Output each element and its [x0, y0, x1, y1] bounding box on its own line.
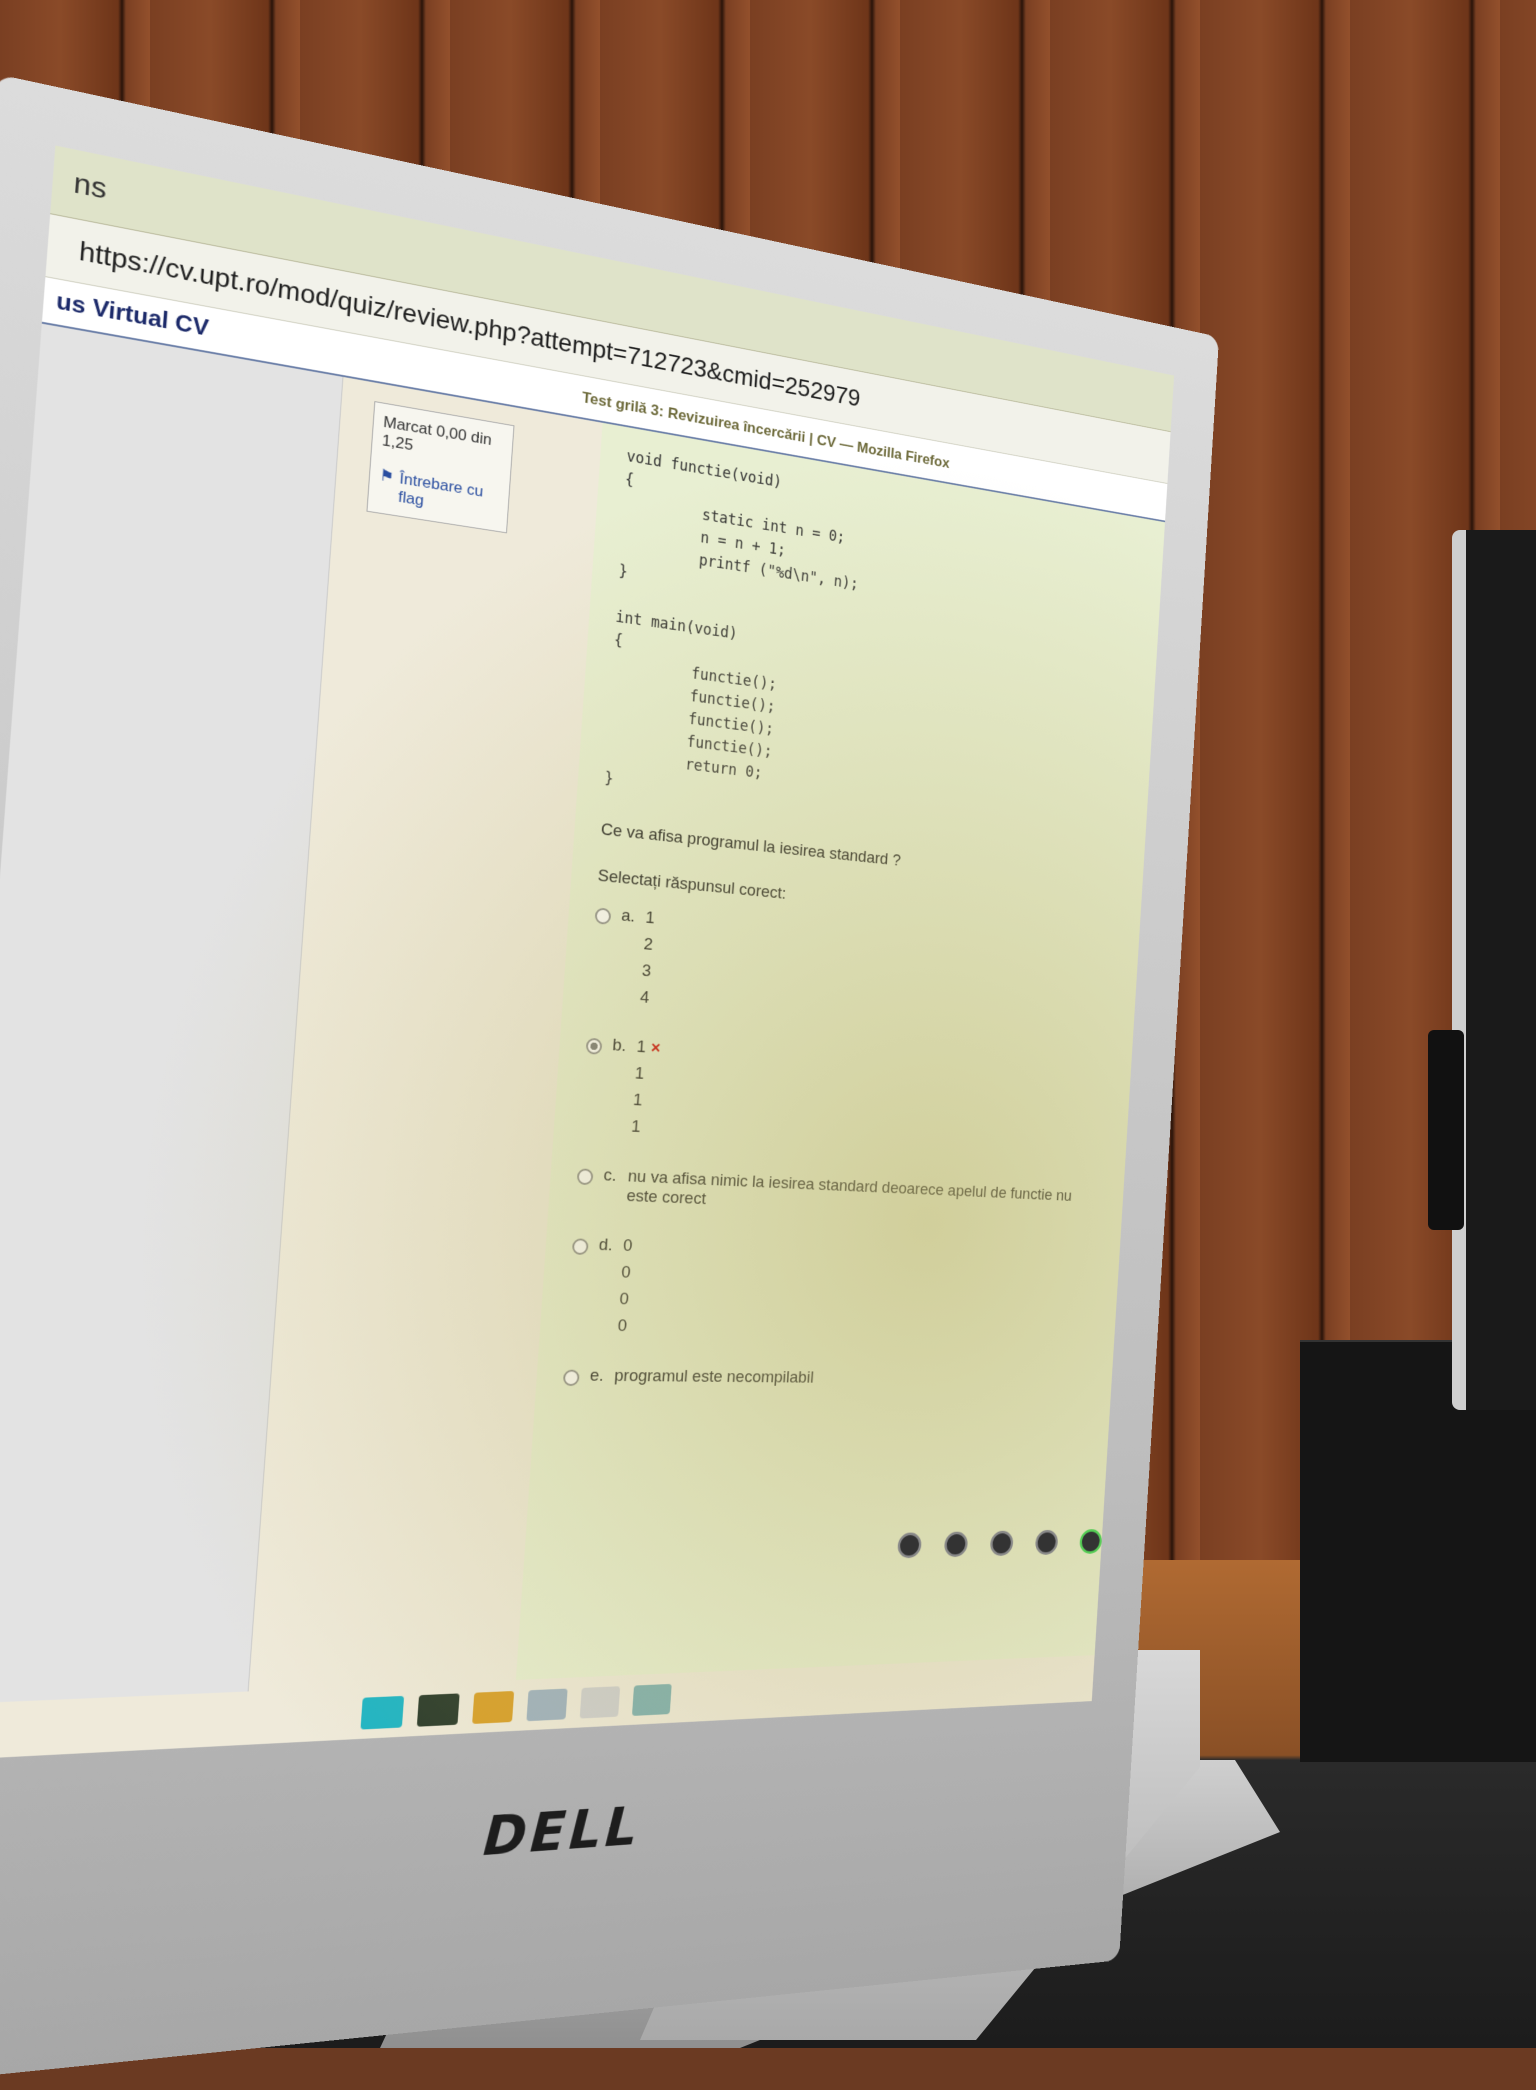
app-icon[interactable] [632, 1684, 672, 1716]
radio-button[interactable] [563, 1370, 580, 1386]
option-line: 1 [634, 1064, 659, 1085]
code-block: void functie(void){ static int n = 0; n … [604, 445, 1143, 848]
radio-button[interactable] [586, 1038, 603, 1055]
option-line: nu va afisa nimic la iesirea standard de… [626, 1167, 1102, 1225]
option-letter: c. [603, 1166, 629, 1187]
option-text: nu va afisa nimic la iesirea standard de… [626, 1167, 1102, 1225]
option-letter: b. [612, 1036, 638, 1057]
radio-button[interactable] [595, 907, 612, 924]
terminal-icon[interactable] [417, 1693, 460, 1726]
option-line: 1 [632, 1091, 657, 1112]
option-line: 2 [643, 935, 653, 955]
option-line: 1 [645, 909, 655, 929]
flag-icon: ⚑ [378, 466, 395, 505]
option-line-text: 0 [623, 1236, 633, 1255]
option-letter: d. [598, 1236, 624, 1256]
radio-button[interactable] [577, 1168, 594, 1185]
option-line-text: 1 [636, 1038, 646, 1057]
option-line-text: 2 [643, 935, 653, 954]
mark-text: Marcat 0,00 din 1,25 [381, 413, 503, 470]
option-line: 0 [623, 1236, 633, 1256]
option-text: programul este necompilabil [614, 1367, 815, 1388]
option-line-text: 0 [621, 1263, 631, 1282]
option-line: 3 [641, 962, 651, 982]
option-line-text: 0 [617, 1317, 627, 1336]
option-line: 0 [617, 1317, 628, 1337]
monitor-button[interactable] [1035, 1530, 1059, 1555]
trash-icon[interactable] [580, 1686, 621, 1718]
answer-option-2[interactable]: b. 1 × 1 1 1 [580, 1034, 1109, 1161]
option-line: 0 [619, 1290, 629, 1310]
option-line-text: nu va afisa nimic la iesirea standard de… [626, 1167, 1072, 1208]
question-content: void functie(void){ static int n = 0; n … [516, 423, 1165, 1680]
monitor-bezel: ns Test grilă 3: Revizuirea încercării |… [0, 74, 1219, 2090]
monitor-scene: ns Test grilă 3: Revizuirea încercării |… [0, 0, 1536, 2048]
radio-button[interactable] [572, 1238, 589, 1255]
monitor-button[interactable] [897, 1532, 922, 1558]
option-line-text: 4 [639, 988, 649, 1007]
page-body: Marcat 0,00 din 1,25 ⚑ Întrebare cu flag… [0, 324, 1165, 1705]
browser-icon[interactable] [526, 1689, 567, 1722]
option-line-text: 1 [645, 909, 655, 928]
app-icon[interactable] [360, 1696, 404, 1730]
flag-question-link[interactable]: ⚑ Întrebare cu flag [378, 466, 501, 522]
incorrect-icon: × [650, 1039, 661, 1058]
answer-option-4[interactable]: d. 0 0 0 0 [566, 1235, 1098, 1344]
answer-option-3[interactable]: c. nu va afisa nimic la iesirea standard … [575, 1165, 1102, 1225]
option-line: 0 [621, 1263, 631, 1283]
question-info-box: Marcat 0,00 din 1,25 ⚑ Întrebare cu flag [366, 401, 514, 533]
option-line: 1 × [636, 1038, 661, 1059]
option-line: programul este necompilabil [614, 1367, 815, 1388]
option-line-text: 1 [633, 1091, 643, 1110]
flag-label[interactable]: Întrebare cu flag [398, 470, 501, 522]
answer-option-5[interactable]: e. programul este necompilabil [563, 1366, 1091, 1390]
monitor-brand-logo: DELL [481, 1795, 642, 1868]
monitor-button[interactable] [944, 1532, 969, 1558]
screen: ns Test grilă 3: Revizuirea încercării |… [0, 146, 1174, 1762]
monitor-button[interactable] [990, 1531, 1014, 1556]
option-line: 4 [639, 988, 649, 1008]
option-line-text: programul este necompilabil [614, 1367, 815, 1387]
answer-options: a. 1 2 3 4 b. 1 × 1 1 1 c. nu va afisa nimic la iesi… [563, 904, 1117, 1390]
option-letter: e. [589, 1366, 615, 1386]
option-line: 1 [631, 1117, 656, 1138]
monitor-buttons [897, 1529, 1102, 1558]
option-line-text: 0 [619, 1290, 629, 1309]
option-line-text: 1 [631, 1117, 641, 1136]
tab-title[interactable]: ns [72, 167, 107, 206]
option-line-text: 3 [641, 962, 651, 981]
option-letter: a. [621, 906, 646, 928]
power-button[interactable] [1079, 1529, 1102, 1554]
option-line-text: 1 [634, 1064, 644, 1083]
files-icon[interactable] [472, 1691, 514, 1724]
